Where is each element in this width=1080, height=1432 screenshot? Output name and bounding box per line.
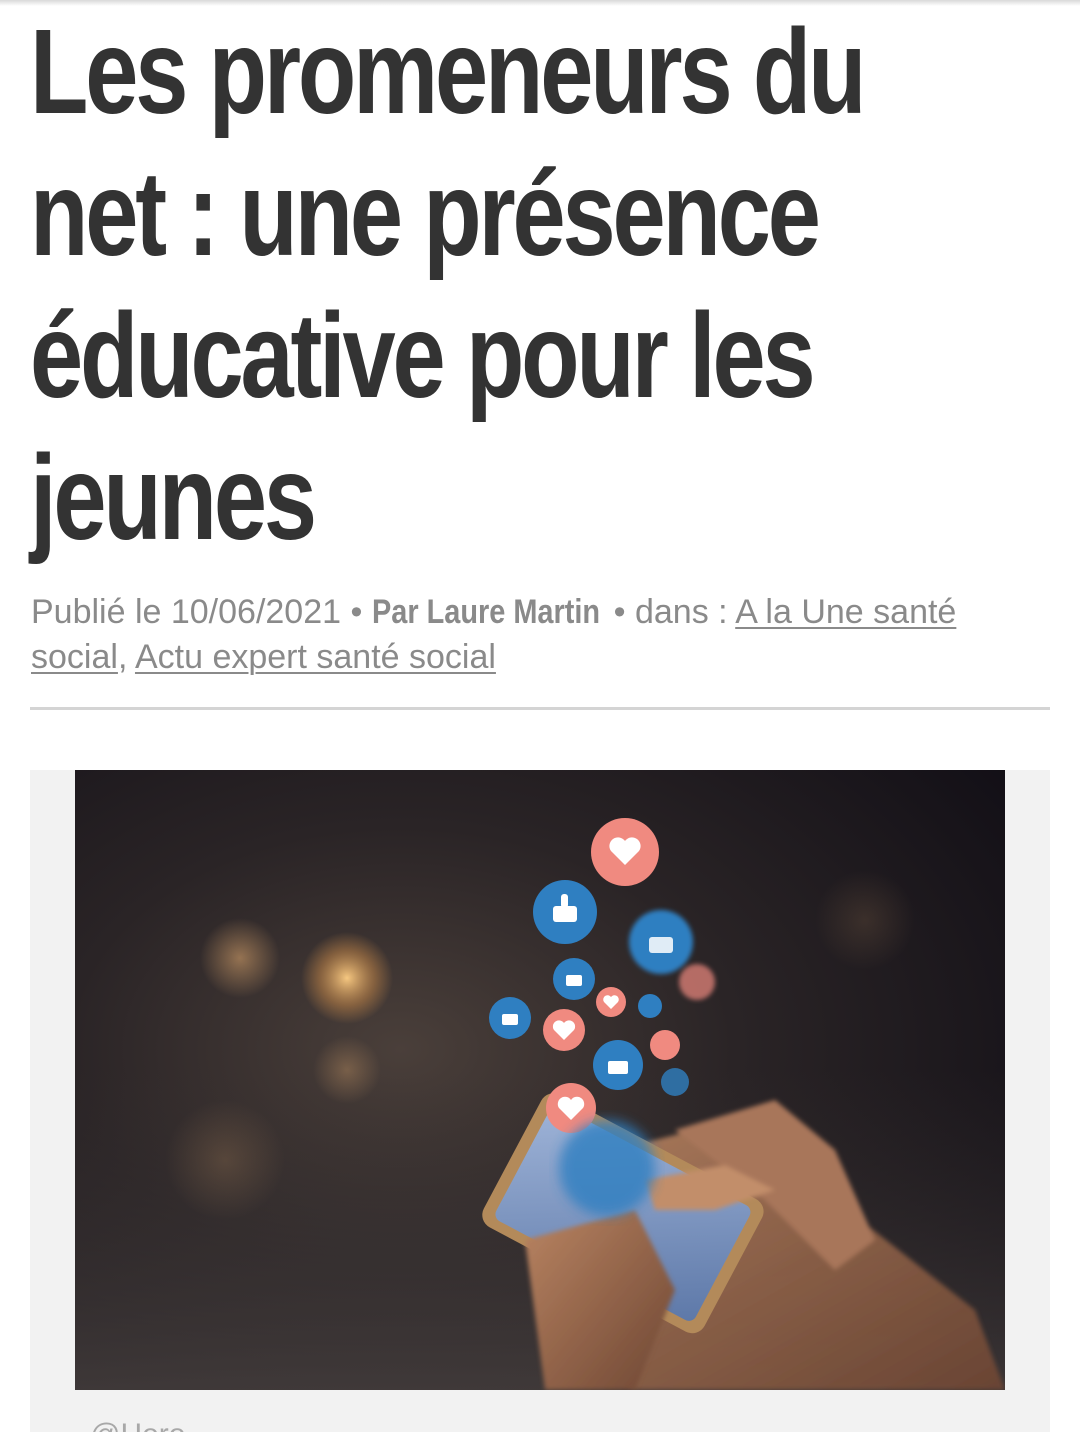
title-line: net : une présence: [30, 145, 821, 281]
phone-with-like-and-heart-bubbles-icon: [75, 770, 1005, 1390]
article-meta: Publié le 10/06/2021 • Par Laure Martin …: [31, 590, 1031, 680]
meta-separator: •: [613, 593, 626, 631]
title-line: éducative pour les: [30, 287, 816, 423]
photo-caption: @Hero...: [90, 1418, 210, 1432]
published-date: Publié le 10/06/2021: [31, 593, 342, 631]
title-line: Les promeneurs du: [30, 3, 866, 139]
meta-separator: •: [350, 593, 363, 631]
divider: [30, 707, 1050, 710]
author-name: Par Laure Martin: [371, 593, 600, 631]
article-title: Les promeneurs du net : une présence édu…: [30, 0, 1057, 568]
in-label: dans :: [634, 593, 728, 631]
category-link[interactable]: Actu expert santé social: [135, 638, 496, 676]
article-figure: @Hero...: [30, 770, 1050, 1432]
category-separator: ,: [117, 638, 128, 676]
title-line: jeunes: [30, 429, 317, 565]
article-photo[interactable]: [75, 770, 1005, 1390]
